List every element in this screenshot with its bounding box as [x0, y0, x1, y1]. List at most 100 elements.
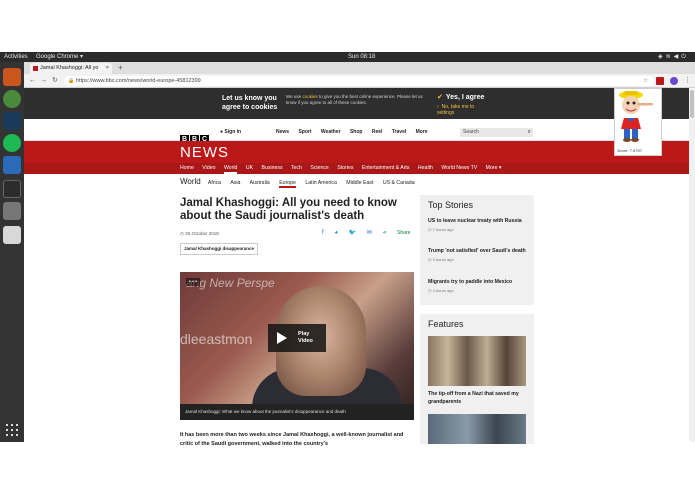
- subsection-latin-america[interactable]: Latin America: [305, 180, 336, 186]
- show-apps-icon[interactable]: [6, 424, 18, 436]
- forward-icon[interactable]: →: [40, 74, 47, 88]
- top-story-title[interactable]: Trump 'not satisfied' over Saudi's death: [428, 247, 528, 255]
- bookmark-star-icon[interactable]: ☆: [643, 76, 648, 86]
- nav-reel[interactable]: Reel: [372, 129, 383, 135]
- activities-button[interactable]: Activities: [4, 52, 28, 62]
- subsection-middle-east[interactable]: Middle East: [346, 180, 373, 186]
- video-player[interactable]: ang New Perspe dleeastmon • • • Play Vide…: [180, 272, 414, 420]
- nav-news[interactable]: News: [276, 129, 289, 135]
- lock-icon: 🔒: [68, 78, 75, 84]
- cookie-body: We use cookies to give you the best onli…: [286, 94, 426, 106]
- nav-travel[interactable]: Travel: [392, 129, 406, 135]
- files-app-icon[interactable]: [3, 68, 21, 86]
- masthead-nav: News Sport Weather Shop Reel Travel More: [276, 129, 436, 135]
- play-label-line1: Play: [298, 331, 310, 337]
- nav-sport[interactable]: Sport: [298, 129, 311, 135]
- nav-weather[interactable]: Weather: [321, 129, 341, 135]
- news-logo[interactable]: NEWS: [180, 144, 229, 161]
- spotify-app-icon[interactable]: [3, 134, 21, 152]
- clock-icon: ◷: [428, 288, 432, 293]
- terminal-app-icon[interactable]: [3, 180, 21, 198]
- top-story-title[interactable]: US to leave nuclear treaty with Russia: [428, 217, 528, 225]
- top-story-item[interactable]: US to leave nuclear treaty with Russia ◷…: [428, 217, 528, 232]
- settings-link[interactable]: › No, take me to settings: [437, 104, 477, 116]
- chrome-app-icon[interactable]: [3, 90, 21, 108]
- article-body: It has been more than two weeks since Ja…: [180, 432, 404, 447]
- subsection-europe[interactable]: Europe: [279, 180, 296, 188]
- scrollbar-thumb[interactable]: [690, 90, 694, 118]
- cookies-link[interactable]: cookies: [302, 94, 317, 99]
- section-video[interactable]: Video: [202, 165, 215, 171]
- section-nav: Home Video World UK Business Tech Scienc…: [24, 163, 689, 174]
- section-world[interactable]: World: [223, 165, 238, 174]
- top-story-item[interactable]: Migrants try to paddle into Mexico ◷ 4 h…: [428, 278, 528, 293]
- search-input[interactable]: Search ⌕: [460, 128, 533, 137]
- menu-dots-icon[interactable]: ⋮: [684, 74, 691, 88]
- messenger-icon[interactable]: ◕: [334, 230, 338, 236]
- new-tab-button[interactable]: +: [118, 62, 123, 74]
- nav-more[interactable]: More: [416, 129, 428, 135]
- profile-avatar-icon[interactable]: [670, 77, 678, 85]
- nav-shop[interactable]: Shop: [350, 129, 363, 135]
- subsection-asia[interactable]: Asia: [230, 180, 240, 186]
- section-business[interactable]: Business: [262, 165, 283, 171]
- page-scrollbar[interactable]: [689, 88, 695, 442]
- twitter-icon[interactable]: 🐦: [349, 230, 356, 236]
- news-band: NEWS Home Video World UK Business Tech S…: [24, 141, 689, 174]
- section-science[interactable]: Science: [310, 165, 328, 171]
- check-icon: ✔: [437, 94, 443, 101]
- system-tray[interactable]: ◈≋◀⏻: [658, 52, 689, 62]
- top-stories-heading: Top Stories: [428, 200, 474, 210]
- app-menu[interactable]: Google Chrome ▾: [36, 52, 83, 62]
- tab-close-icon[interactable]: ×: [106, 63, 109, 74]
- article-headline: Jamal Khashoggi: All you need to know ab…: [180, 197, 397, 222]
- agree-button[interactable]: ✔ Yes, I agree: [437, 93, 484, 101]
- section-home[interactable]: Home: [180, 165, 194, 171]
- section-uk[interactable]: UK: [246, 165, 253, 171]
- printer-app-icon[interactable]: [3, 202, 21, 220]
- top-story-title[interactable]: Migrants try to paddle into Mexico: [428, 278, 528, 286]
- feature-photo[interactable]: [428, 414, 526, 444]
- email-icon[interactable]: ✉: [367, 230, 372, 236]
- topic-tag[interactable]: Jamal Khashoggi disappearance: [180, 243, 259, 255]
- top-story-age: ◷ 7 hours ago: [428, 227, 528, 232]
- calculator-app-icon[interactable]: [3, 226, 21, 244]
- back-icon[interactable]: ←: [29, 74, 36, 88]
- facebook-icon[interactable]: f: [322, 230, 324, 236]
- share-button[interactable]: ⋖ Share: [383, 230, 420, 236]
- url-text: https://www.bbc.com/news/world-europe-45…: [76, 78, 201, 84]
- subsection-us-canada[interactable]: US & Canada: [383, 180, 415, 186]
- browser-tab[interactable]: Jamal Khashoggi: All yo ×: [30, 63, 112, 74]
- features-heading: Features: [428, 319, 464, 329]
- extension-icon[interactable]: [656, 77, 664, 85]
- subsection-africa[interactable]: Africa: [208, 180, 221, 186]
- subsection-title[interactable]: World: [180, 177, 201, 186]
- address-bar: ← → ↻ 🔒 https://www.bbc.com/news/world-e…: [24, 74, 695, 88]
- search-icon[interactable]: ⌕: [528, 128, 531, 137]
- play-video-button[interactable]: Play Video: [268, 324, 326, 352]
- feature-title[interactable]: The tip-off from a Nazi that saved my gr…: [428, 390, 528, 406]
- bbc-logo[interactable]: BBC: [180, 128, 210, 144]
- video-background-text: dleeastmon: [180, 331, 253, 347]
- top-story-age-text: 7 hours ago: [432, 227, 454, 232]
- top-story-item[interactable]: Trump 'not satisfied' over Saudi's death…: [428, 247, 528, 262]
- clock[interactable]: Sun 08:18: [348, 52, 375, 62]
- section-world-news-tv[interactable]: World News TV: [441, 165, 477, 171]
- steam-app-icon[interactable]: [3, 112, 21, 130]
- top-story-age: ◷ 3 hours ago: [428, 257, 528, 262]
- screen: Activities Google Chrome ▾ Sun 08:18 ◈≋◀…: [0, 0, 695, 494]
- section-health[interactable]: Health: [418, 165, 433, 171]
- features-panel: Features The tip-off from a Nazi that sa…: [420, 314, 534, 444]
- url-field[interactable]: 🔒 https://www.bbc.com/news/world-europe-…: [64, 76, 654, 86]
- section-entertainment[interactable]: Entertainment & Arts: [362, 165, 410, 171]
- settings-label: No, take me to settings: [437, 104, 475, 116]
- section-stories[interactable]: Stories: [337, 165, 353, 171]
- section-tech[interactable]: Tech: [291, 165, 302, 171]
- subsection-australia[interactable]: Australia: [250, 180, 270, 186]
- sign-in-link[interactable]: ● Sign in: [220, 129, 241, 135]
- feature-photo[interactable]: [428, 336, 526, 386]
- play-label: Play Video: [298, 331, 313, 345]
- reload-icon[interactable]: ↻: [52, 74, 58, 88]
- vscode-app-icon[interactable]: [3, 156, 21, 174]
- section-more[interactable]: More ▾: [486, 165, 502, 171]
